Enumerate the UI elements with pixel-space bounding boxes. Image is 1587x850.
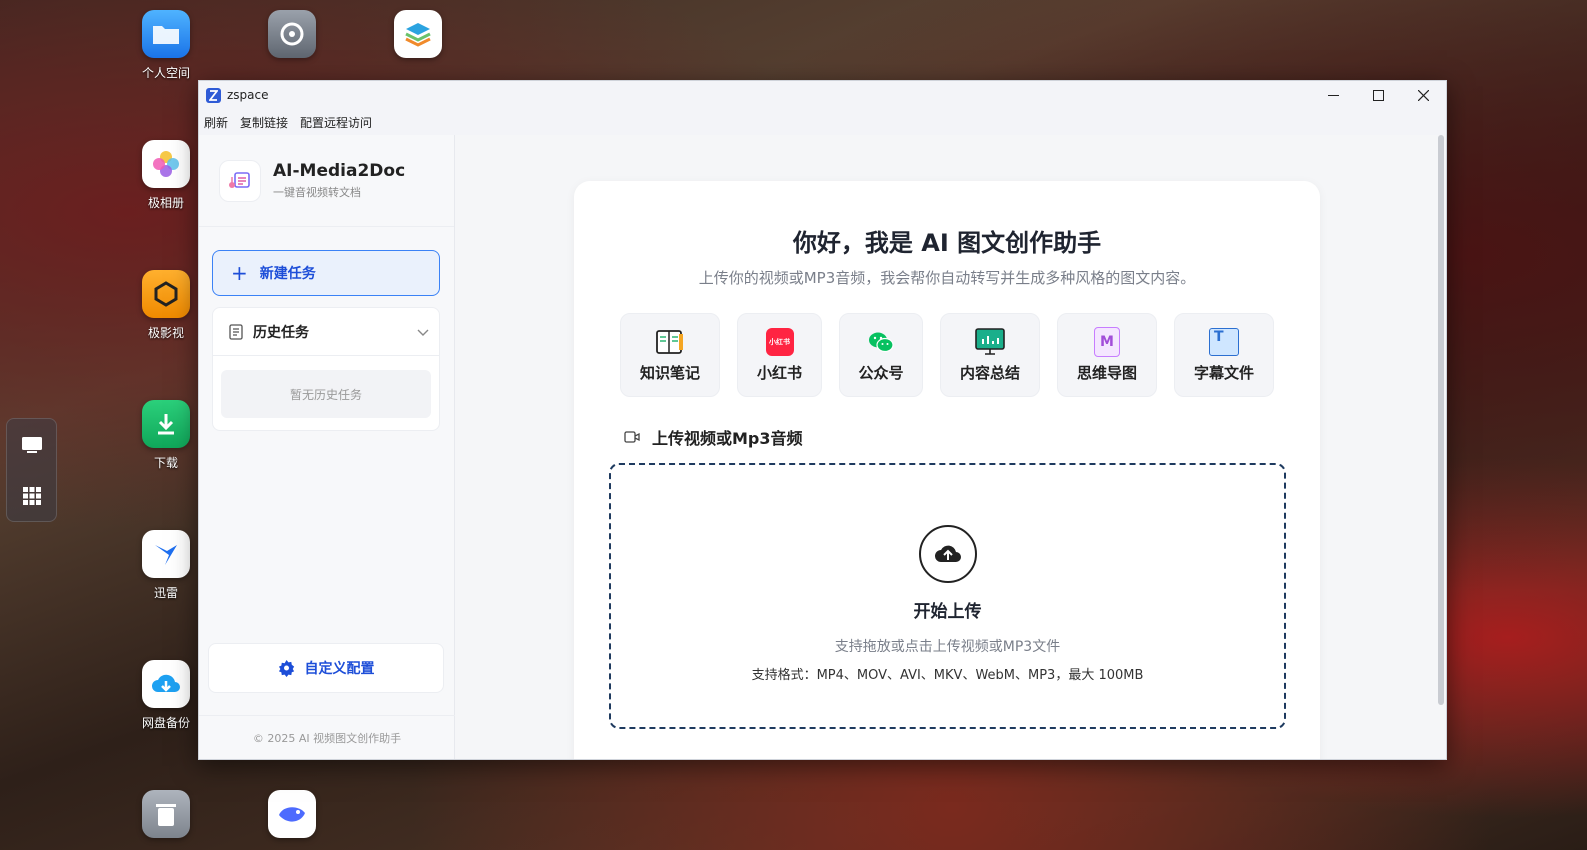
style-option-summary[interactable]: 内容总结 bbox=[940, 313, 1040, 397]
style-option-label: 思维导图 bbox=[1076, 364, 1137, 382]
mindmap-icon: M bbox=[1092, 327, 1122, 357]
desktop-icon-label: 极影视 bbox=[147, 326, 184, 340]
show-desktop-button[interactable] bbox=[13, 426, 51, 464]
desktop-icon-label: 极相册 bbox=[147, 196, 184, 210]
download-icon bbox=[142, 400, 190, 448]
custom-config-label: 自定义配置 bbox=[304, 661, 375, 677]
document-icon bbox=[229, 323, 243, 340]
page-title: 你好，我是 AI 图文创作助手 bbox=[792, 229, 1102, 257]
style-option-knowledge-notes[interactable]: 知识笔记 bbox=[620, 313, 720, 397]
style-option-wechat[interactable]: 公众号 bbox=[839, 313, 923, 397]
sidebar: AI-Media2Doc 一键音视频转文档 + 新建任务 历史任务 暂无历史任务… bbox=[199, 135, 455, 759]
assistant-card: 你好，我是 AI 图文创作助手 上传你的视频或MP3音频，我会帮你自动转写并生成… bbox=[574, 181, 1320, 759]
cloud-upload-icon bbox=[918, 525, 977, 583]
layers-icon bbox=[394, 10, 442, 58]
window-menubar: 刷新 复制链接 配置远程访问 bbox=[199, 109, 1446, 135]
style-option-label: 知识笔记 bbox=[639, 364, 700, 382]
desktop-icon-video[interactable]: 极影视 bbox=[131, 270, 201, 341]
whale-icon bbox=[268, 790, 316, 838]
subtitle-badge: T bbox=[1209, 328, 1239, 356]
custom-config-button[interactable]: 自定义配置 bbox=[208, 643, 444, 693]
photos-icon bbox=[142, 140, 190, 188]
desktop-icon-label: 网盘备份 bbox=[141, 716, 190, 730]
window-titlebar[interactable]: zspace bbox=[199, 81, 1446, 109]
app-window: zspace 刷新 复制链接 配置远程访问 AI-Media2Doc 一键音视频… bbox=[198, 80, 1447, 760]
folder-icon bbox=[142, 10, 190, 58]
upload-section-title: 上传视频或Mp3音频 bbox=[652, 429, 803, 448]
xiaohongshu-badge: 小红书 bbox=[765, 328, 794, 356]
plus-icon: + bbox=[231, 261, 248, 285]
style-option-mindmap[interactable]: M 思维导图 bbox=[1057, 313, 1157, 397]
style-option-xiaohongshu[interactable]: 小红书 小红书 bbox=[737, 313, 822, 397]
menu-remote-access[interactable]: 配置远程访问 bbox=[300, 114, 372, 131]
desktop-icon-backup[interactable]: 网盘备份 bbox=[131, 660, 201, 731]
desktop-icon-download[interactable]: 下载 bbox=[131, 400, 201, 471]
style-option-subtitles[interactable]: T 字幕文件 bbox=[1174, 313, 1274, 397]
gear-icon bbox=[268, 10, 316, 58]
desktop-icon-label: 下载 bbox=[153, 456, 178, 470]
desktop-icon-whale[interactable] bbox=[257, 790, 327, 838]
desktop-icon-label: 迅雷 bbox=[153, 586, 178, 600]
new-task-label: 新建任务 bbox=[259, 266, 316, 282]
history-empty-state: 暂无历史任务 bbox=[221, 370, 431, 418]
subtitle-icon: T bbox=[1209, 327, 1239, 357]
style-options: 知识笔记 小红书 小红书 公众号 内容总结 M 思维导图 T 字幕文件 bbox=[620, 313, 1274, 397]
media2doc-logo-icon bbox=[219, 159, 261, 202]
video-camera-icon bbox=[624, 431, 640, 443]
copyright-text: © 2025 AI 视频图文创作助手 bbox=[199, 715, 455, 759]
xiaohongshu-icon: 小红书 bbox=[765, 327, 795, 357]
style-option-label: 字幕文件 bbox=[1193, 364, 1254, 382]
monitor-chart-icon bbox=[975, 327, 1005, 357]
app-logo-icon bbox=[206, 87, 221, 103]
app-name: AI-Media2Doc bbox=[273, 161, 406, 181]
desktop-icon-photos[interactable]: 极相册 bbox=[131, 140, 201, 211]
desktop-icon-layers[interactable] bbox=[383, 10, 453, 58]
history-label: 历史任务 bbox=[253, 324, 309, 341]
monitor-icon bbox=[21, 436, 42, 453]
desktop-icon-xunlei[interactable]: 迅雷 bbox=[131, 530, 201, 601]
close-button[interactable] bbox=[1401, 81, 1446, 109]
grid-icon bbox=[22, 486, 41, 505]
desktop-icon-label: 个人空间 bbox=[141, 66, 190, 80]
close-icon bbox=[1418, 89, 1429, 101]
upload-start-label: 开始上传 bbox=[913, 602, 982, 622]
app-grid-button[interactable] bbox=[13, 477, 51, 515]
window-title: zspace bbox=[227, 88, 269, 102]
maximize-icon bbox=[1373, 89, 1384, 101]
minimize-button[interactable] bbox=[1311, 81, 1356, 109]
page-subtitle: 上传你的视频或MP3音频，我会帮你自动转写并生成多种风格的图文内容。 bbox=[698, 269, 1196, 287]
mindmap-badge: M bbox=[1094, 327, 1120, 357]
history-panel: 历史任务 暂无历史任务 bbox=[212, 307, 440, 431]
app-content: AI-Media2Doc 一键音视频转文档 + 新建任务 历史任务 暂无历史任务… bbox=[199, 135, 1446, 759]
minimize-icon bbox=[1328, 94, 1339, 96]
style-option-label: 公众号 bbox=[858, 364, 904, 382]
upload-hint: 支持拖放或点击上传视频或MP3文件 bbox=[834, 639, 1061, 655]
desktop-icon-trash[interactable] bbox=[131, 790, 201, 838]
video-icon bbox=[142, 270, 190, 318]
style-option-label: 内容总结 bbox=[959, 364, 1020, 382]
notebook-icon bbox=[655, 327, 685, 357]
upload-dropzone[interactable]: 开始上传 支持拖放或点击上传视频或MP3文件 支持格式：MP4、MOV、AVI、… bbox=[609, 463, 1286, 729]
chevron-down-icon bbox=[417, 325, 429, 341]
scrollbar-thumb[interactable] bbox=[1438, 135, 1444, 705]
menu-copy-link[interactable]: 复制链接 bbox=[240, 114, 288, 131]
trash-icon bbox=[142, 790, 190, 838]
maximize-button[interactable] bbox=[1356, 81, 1401, 109]
desktop-icon-personal-space[interactable]: 个人空间 bbox=[131, 10, 201, 81]
wechat-icon bbox=[866, 327, 896, 357]
upload-formats: 支持格式：MP4、MOV、AVI、MKV、WebM、MP3，最大 100MB bbox=[751, 668, 1144, 683]
desktop-dock bbox=[6, 418, 57, 522]
new-task-button[interactable]: + 新建任务 bbox=[212, 250, 440, 296]
app-tagline: 一键音视频转文档 bbox=[273, 186, 361, 199]
menu-refresh[interactable]: 刷新 bbox=[204, 114, 228, 131]
upload-section-header: 上传视频或Mp3音频 bbox=[624, 425, 803, 449]
xunlei-bird-icon bbox=[142, 530, 190, 578]
main-panel: 你好，我是 AI 图文创作助手 上传你的视频或MP3音频，我会帮你自动转写并生成… bbox=[456, 135, 1436, 759]
brand-header: AI-Media2Doc 一键音视频转文档 bbox=[199, 135, 454, 227]
style-option-label: 小红书 bbox=[756, 364, 802, 382]
gear-icon bbox=[278, 659, 296, 677]
desktop-icon-settings[interactable] bbox=[257, 10, 327, 58]
history-toggle[interactable]: 历史任务 bbox=[213, 308, 439, 356]
cloud-download-icon bbox=[142, 660, 190, 708]
